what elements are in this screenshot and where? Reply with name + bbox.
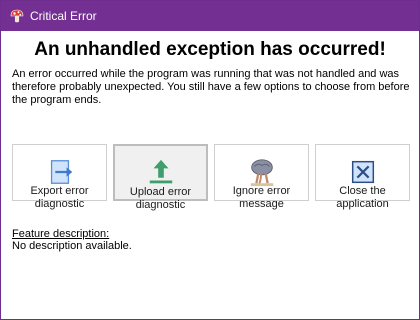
critical-error-window: Critical Error An unhandled exception ha… bbox=[0, 0, 420, 320]
mushroom-app-icon bbox=[10, 9, 24, 23]
window-title: Critical Error bbox=[30, 9, 97, 23]
ignore-error-label: Ignore error message bbox=[232, 185, 291, 210]
export-diagnostic-label: Export error diagnostic bbox=[30, 185, 89, 210]
upload-diagnostic-button[interactable]: Upload error diagnostic bbox=[113, 144, 208, 211]
page-title: An unhandled exception has occurred! bbox=[34, 39, 386, 60]
ostrich-icon bbox=[250, 159, 273, 187]
close-app-icon bbox=[351, 160, 374, 184]
close-application-button[interactable]: Close the application bbox=[315, 144, 410, 210]
close-application-label: Close the application bbox=[336, 185, 389, 210]
export-diagnostic-button[interactable]: Export error diagnostic bbox=[12, 144, 107, 210]
ignore-error-button[interactable]: Ignore error message bbox=[214, 144, 309, 210]
intro-text: An error occurred while the program was … bbox=[12, 68, 410, 106]
title-bar[interactable]: Critical Error bbox=[1, 1, 419, 31]
feature-description-text: No description available. bbox=[12, 240, 132, 252]
upload-diagnostic-label: Upload error diagnostic bbox=[129, 186, 192, 211]
export-icon bbox=[50, 160, 72, 184]
upload-icon bbox=[149, 159, 172, 184]
